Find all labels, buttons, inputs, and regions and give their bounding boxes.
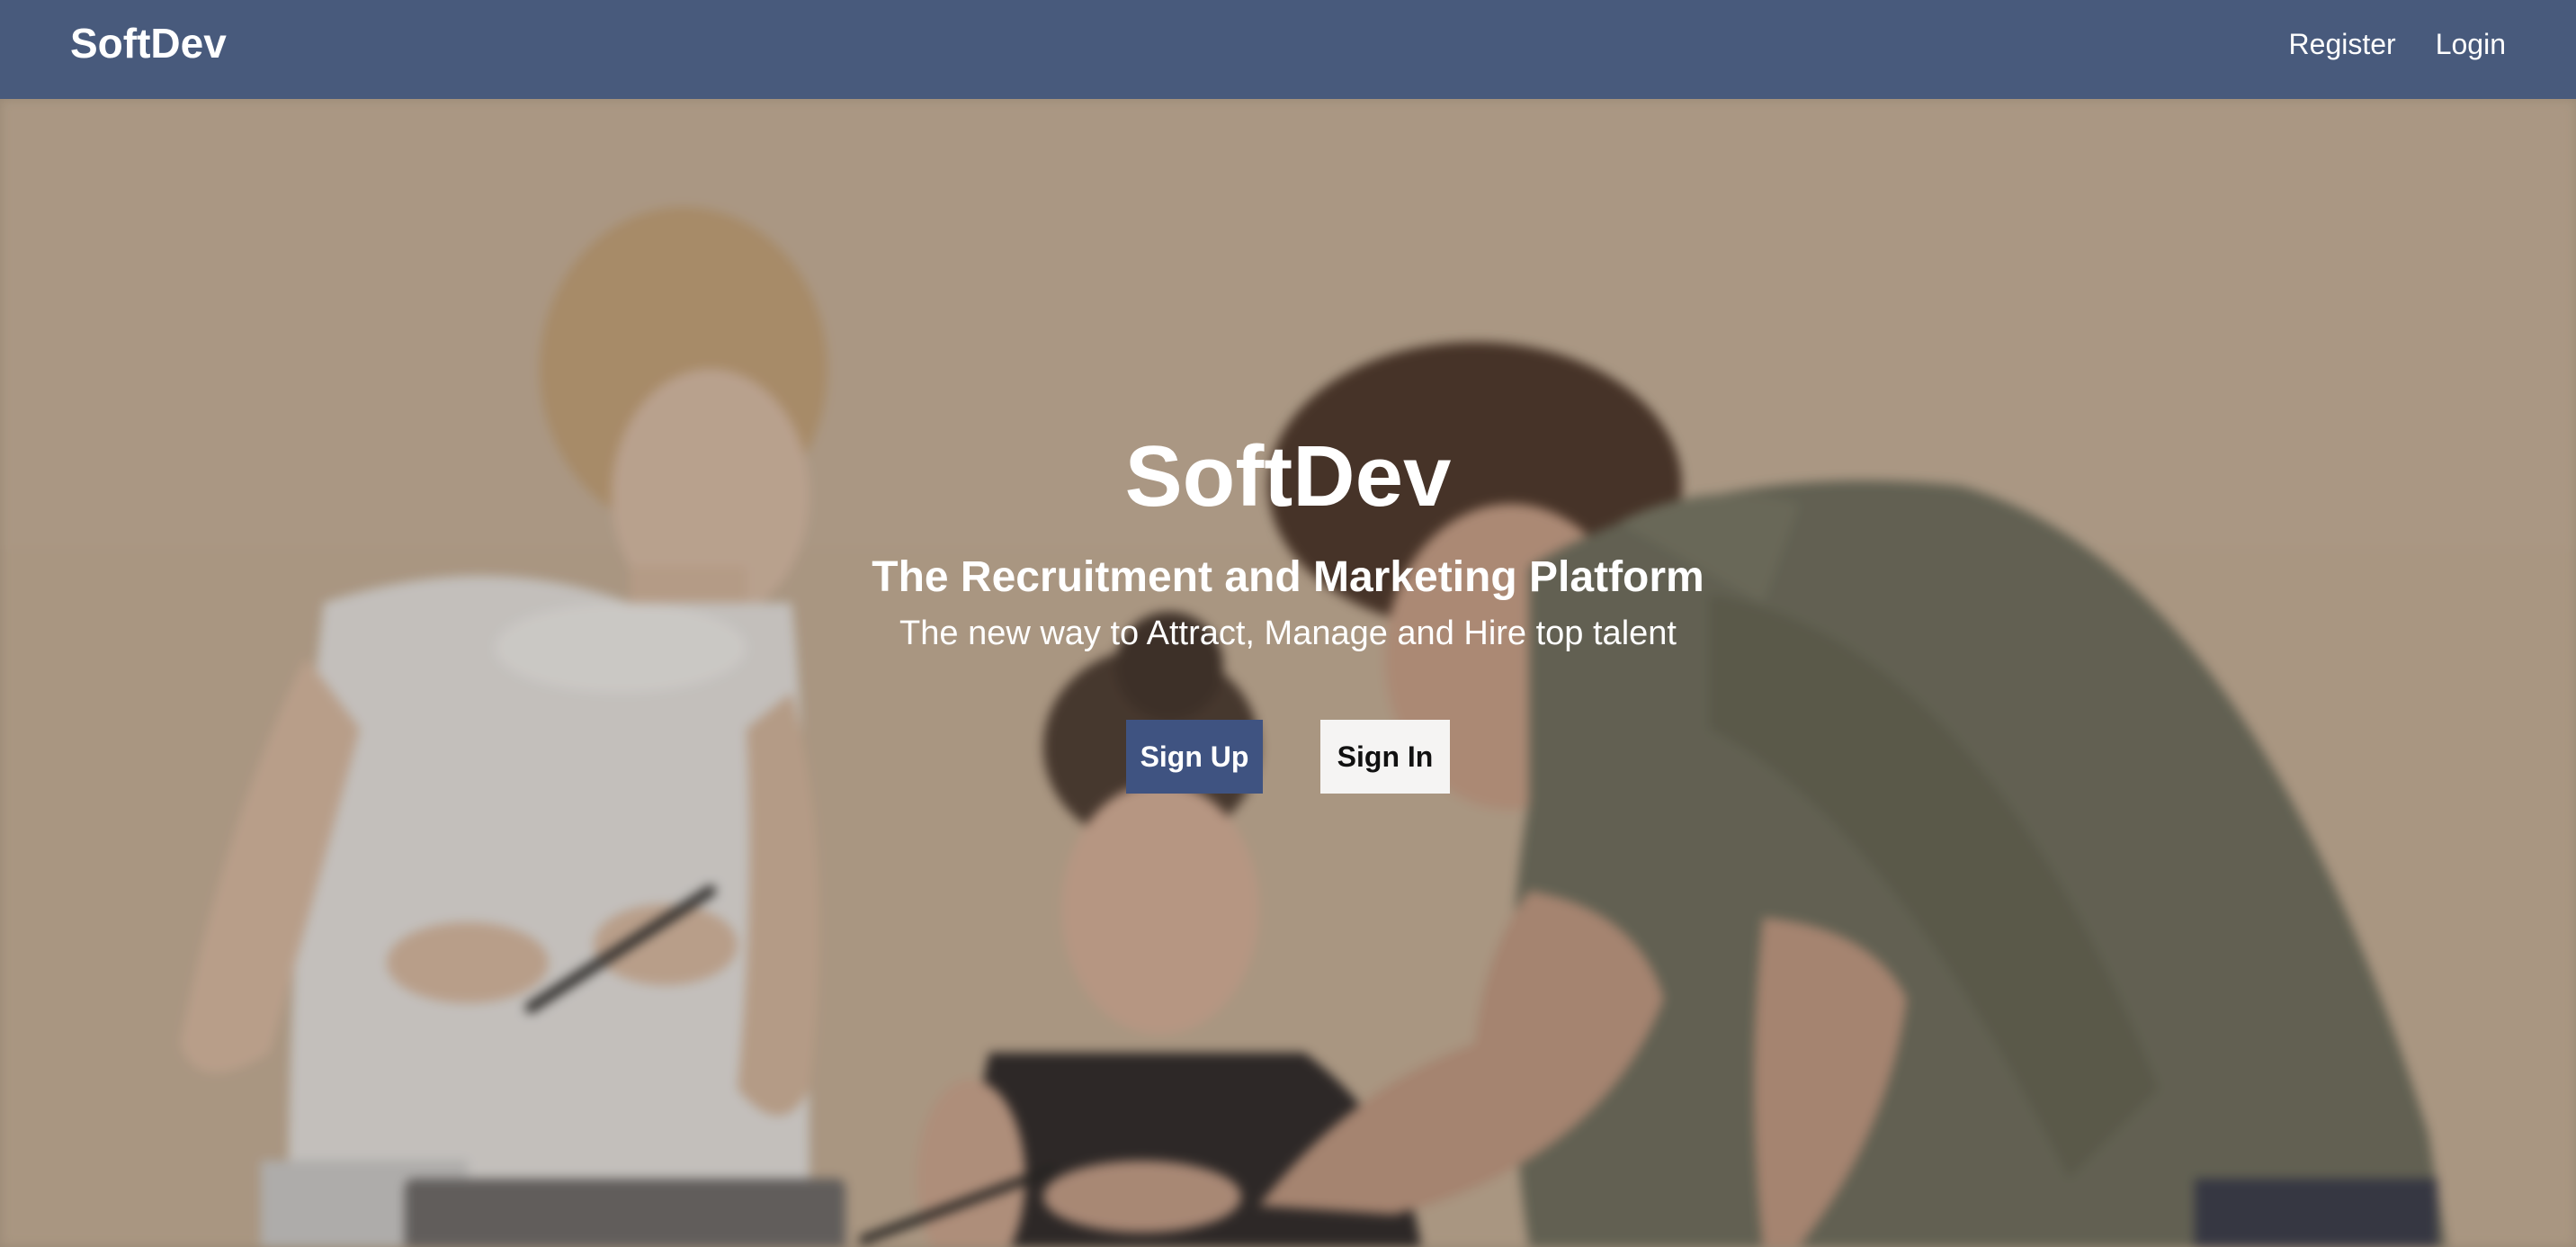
sign-up-button[interactable]: Sign Up: [1126, 720, 1263, 794]
top-navbar: SoftDev Register Login: [0, 0, 2576, 99]
nav-links: Register Login: [2289, 20, 2506, 68]
hero-buttons: Sign Up Sign In: [0, 720, 2576, 794]
hero-tagline: The new way to Attract, Manage and Hire …: [899, 615, 1677, 652]
hero-subtitle: The Recruitment and Marketing Platform: [872, 553, 1704, 601]
landing-page: SoftDev Register Login SoftDev The Recru…: [0, 0, 2576, 1247]
sign-in-button[interactable]: Sign In: [1320, 720, 1450, 794]
hero-title: SoftDev: [1124, 428, 1452, 525]
register-link[interactable]: Register: [2289, 20, 2396, 68]
login-link[interactable]: Login: [2436, 20, 2506, 68]
brand-logo-link[interactable]: SoftDev: [70, 16, 227, 70]
hero-content: SoftDev The Recruitment and Marketing Pl…: [0, 423, 2576, 794]
